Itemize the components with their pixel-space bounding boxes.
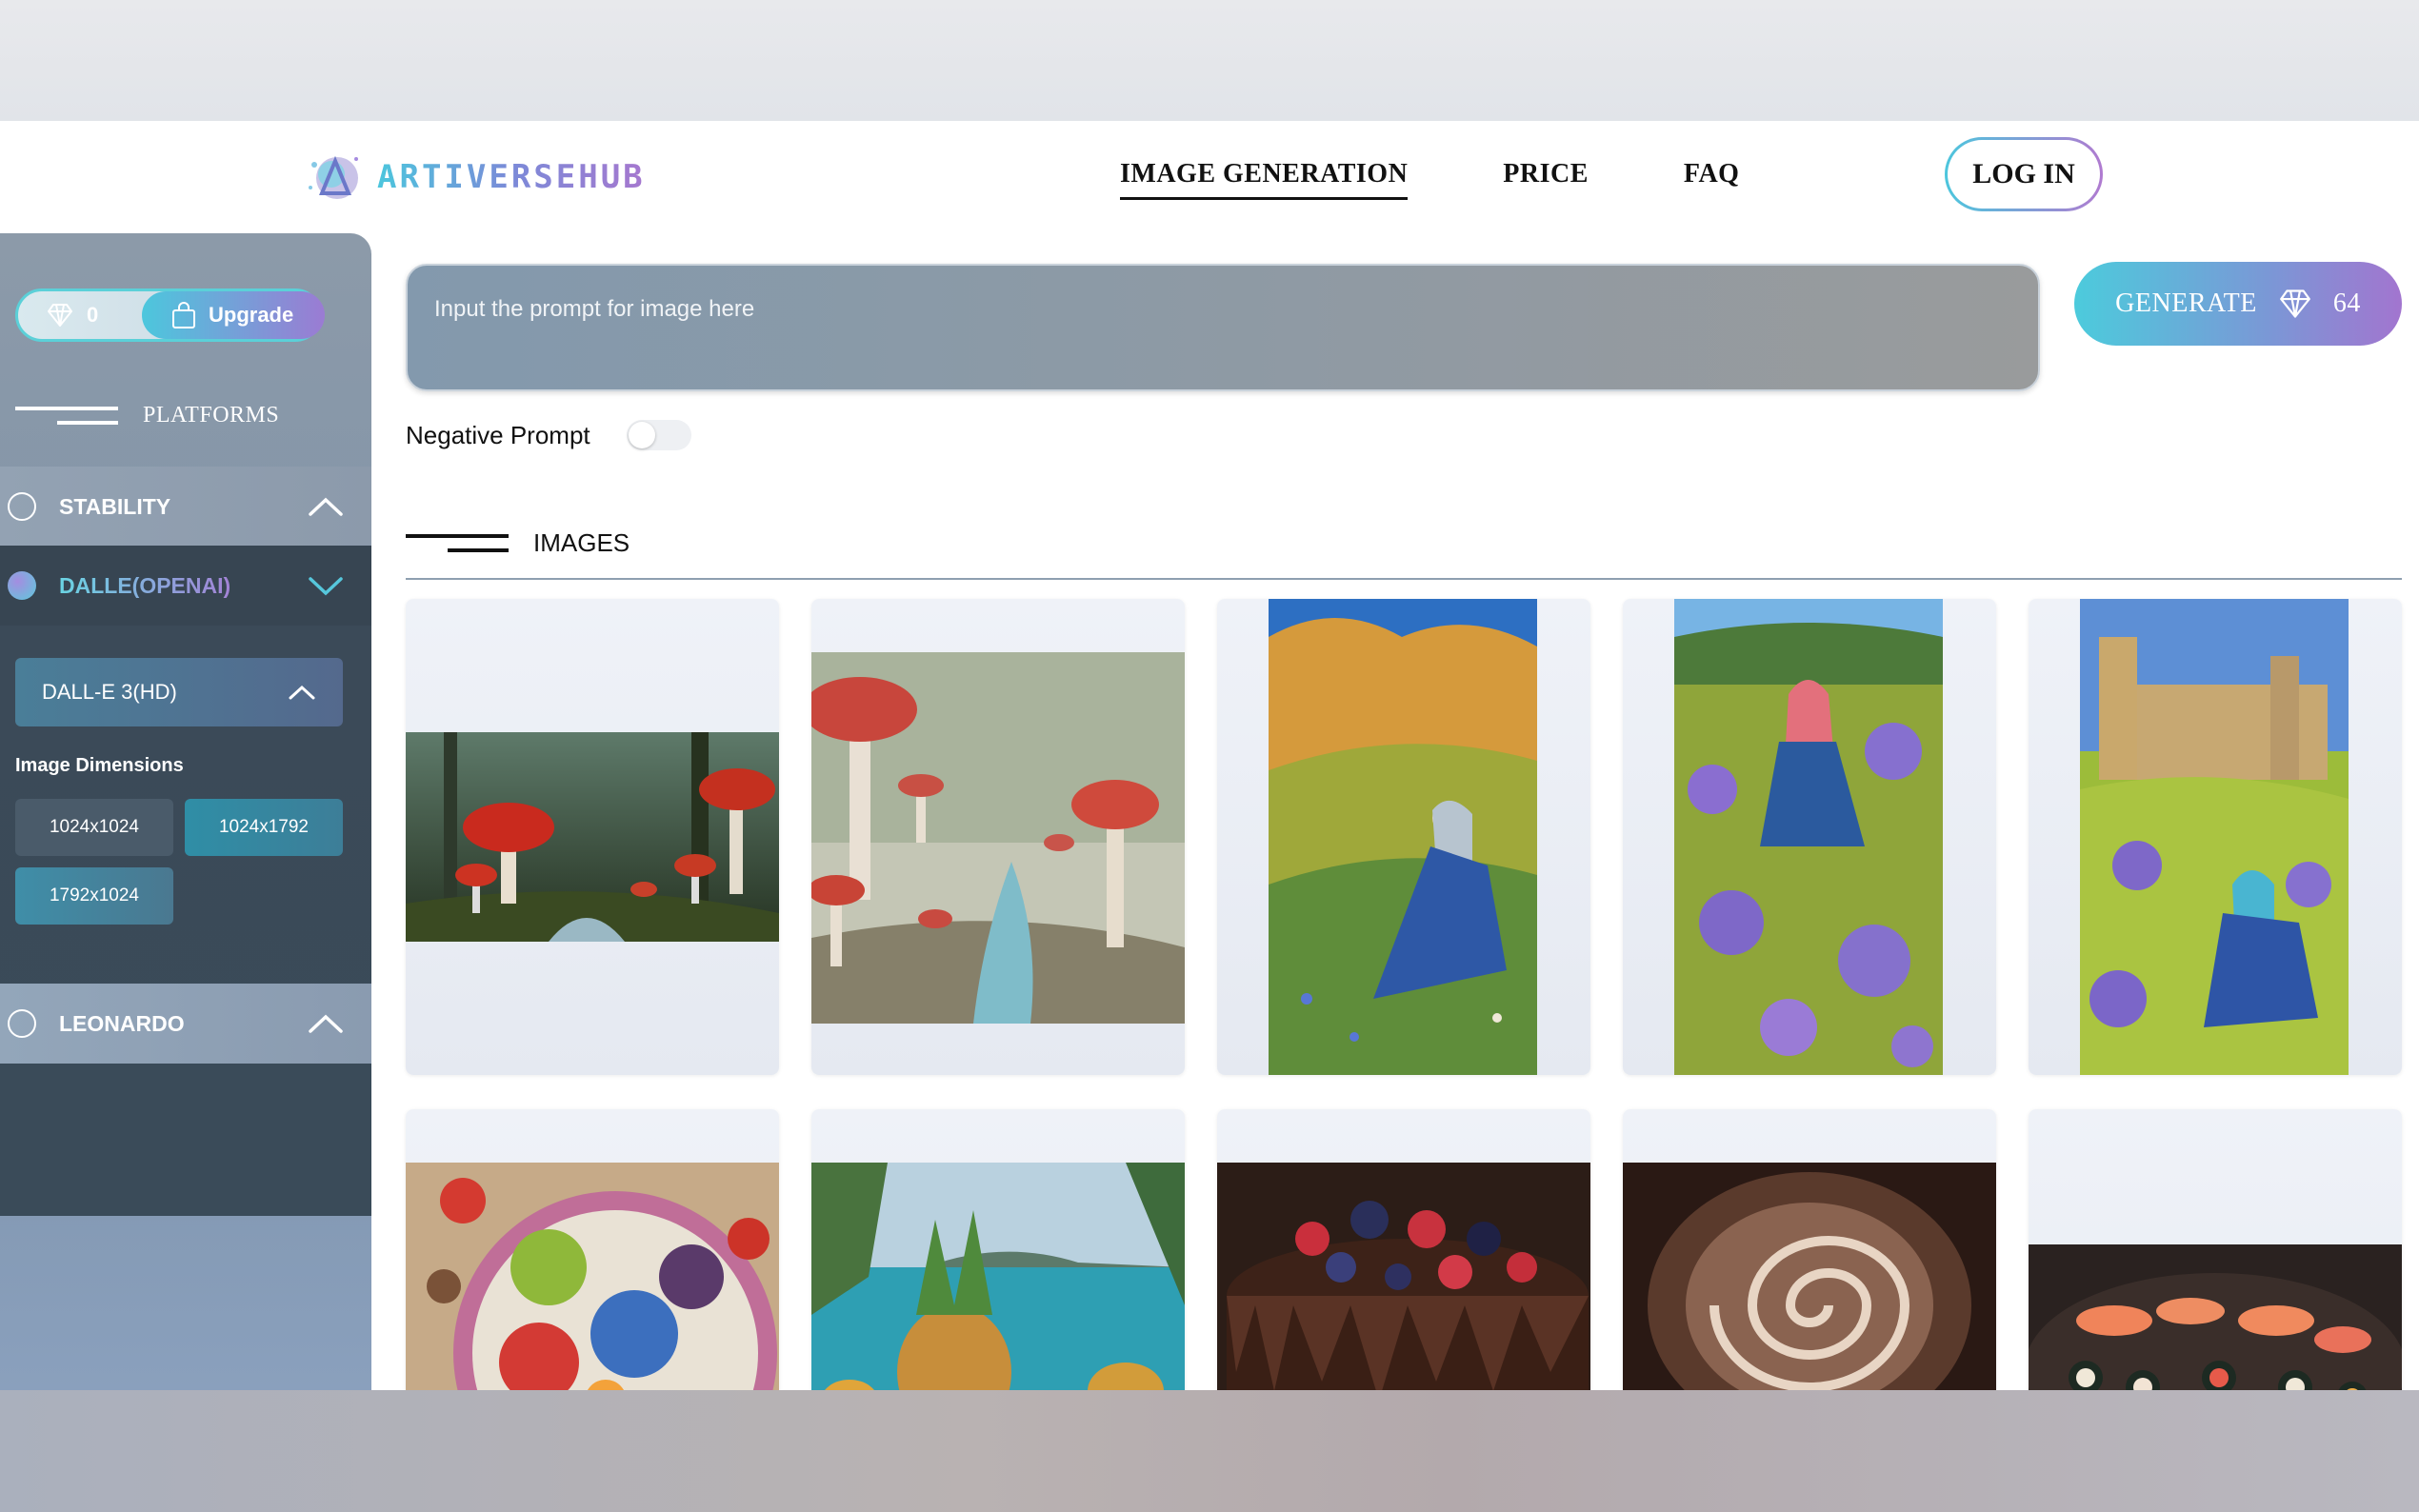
chevron-up-icon (289, 685, 315, 700)
gallery-image-smoothie-bowl[interactable] (406, 1163, 779, 1390)
platforms-header: PLATFORMS (15, 403, 279, 428)
sidebar: 0 Upgrade PLATFORMS STABILITY DALLE(OPEN… (0, 233, 371, 1390)
prompt-box (406, 264, 2040, 391)
gallery-image-girl-meadow[interactable] (1269, 599, 1537, 1075)
gallery-image-chocolate-cake[interactable] (1217, 1163, 1590, 1390)
nav-image-generation[interactable]: IMAGE GENERATION (1120, 159, 1409, 200)
gallery-card[interactable] (2029, 1109, 2402, 1390)
prompt-input[interactable] (408, 266, 2038, 389)
generate-cost: 64 (2332, 288, 2361, 318)
gallery-card[interactable] (1623, 599, 1996, 1075)
gallery-card[interactable] (406, 1109, 779, 1390)
gallery-card[interactable] (811, 599, 1185, 1075)
images-divider (406, 578, 2402, 580)
chevron-up-icon[interactable] (307, 495, 345, 518)
gallery-image-girl-purple-flowers[interactable] (1674, 599, 1943, 1075)
nav-price[interactable]: PRICE (1503, 159, 1589, 200)
leonardo-radio[interactable] (8, 1009, 36, 1038)
diamond-icon (48, 304, 72, 327)
gallery-card[interactable] (406, 599, 779, 1075)
platform-stability-label: STABILITY (59, 493, 171, 519)
negative-prompt-toggle[interactable] (626, 420, 691, 450)
credits-value: 0 (87, 303, 99, 327)
generate-button[interactable]: GENERATE 64 (2074, 262, 2402, 346)
platform-stability[interactable]: STABILITY (0, 467, 371, 547)
negative-prompt-row: Negative Prompt (406, 420, 691, 450)
dalle-options: DALL-E 3(HD) Image Dimensions 1024x1024 … (0, 626, 371, 1216)
gallery-image-mushroom-stream[interactable] (811, 652, 1185, 1024)
model-select-value: DALL-E 3(HD) (42, 680, 177, 704)
upgrade-button[interactable]: Upgrade (142, 291, 325, 339)
browser-top-area (0, 0, 2419, 121)
gallery-image-mushroom-forest[interactable] (406, 732, 779, 942)
toggle-knob (628, 422, 655, 448)
image-dimensions-label: Image Dimensions (15, 755, 184, 776)
brand-logo[interactable]: ARTIVERSEHUB (303, 146, 646, 209)
gallery-image-sushi-platter[interactable] (2029, 1244, 2402, 1390)
nav-faq[interactable]: FAQ (1684, 159, 1740, 200)
login-button[interactable]: LOG IN (1945, 137, 2103, 211)
chevron-down-icon[interactable] (307, 574, 345, 597)
gallery-card[interactable] (811, 1109, 1185, 1390)
brand-logo-icon (303, 146, 366, 209)
gallery-card[interactable] (1217, 599, 1590, 1075)
platform-leonardo[interactable]: LEONARDO (0, 984, 371, 1064)
negative-prompt-label: Negative Prompt (406, 420, 590, 449)
platforms-label: PLATFORMS (143, 403, 280, 428)
dimension-1792x1024-button[interactable]: 1792x1024 (15, 867, 173, 925)
platform-dalle-label: DALLE(OPENAI) (59, 572, 231, 598)
gallery-image-girl-castle[interactable] (2080, 599, 2349, 1075)
diamond-icon (2279, 289, 2310, 318)
generate-label: GENERATE (2115, 288, 2257, 318)
gallery-image-chocolate-swirl[interactable] (1623, 1163, 1996, 1390)
dimension-1024x1792-button[interactable]: 1024x1792 (185, 799, 343, 856)
app-window: ARTIVERSEHUB IMAGE GENERATION PRICE FAQ … (0, 121, 2419, 1390)
credits-count: 0 (18, 303, 142, 328)
images-section-header: IMAGES (406, 528, 630, 558)
platform-dalle[interactable]: DALLE(OPENAI) (0, 546, 371, 626)
credits-pill: 0 Upgrade (15, 288, 325, 342)
gallery-card[interactable] (1217, 1109, 1590, 1390)
model-select[interactable]: DALL-E 3(HD) (15, 658, 343, 726)
dalle-radio[interactable] (8, 571, 36, 600)
stability-radio[interactable] (8, 492, 36, 521)
page-bottom-area (0, 1390, 2419, 1512)
dimension-1024x1024-button[interactable]: 1024x1024 (15, 799, 173, 856)
header: ARTIVERSEHUB IMAGE GENERATION PRICE FAQ … (0, 121, 2419, 233)
platforms-lines-icon (15, 405, 118, 428)
shopping-bag-icon (172, 302, 195, 328)
gallery-image-pineapple-beach[interactable] (811, 1163, 1185, 1390)
platform-leonardo-label: LEONARDO (59, 1010, 185, 1036)
images-lines-icon (406, 532, 509, 555)
upgrade-label: Upgrade (209, 303, 294, 327)
gallery-card[interactable] (1623, 1109, 1996, 1390)
brand-name: ARTIVERSEHUB (377, 158, 646, 196)
gallery-card[interactable] (2029, 599, 2402, 1075)
chevron-up-icon[interactable] (307, 1012, 345, 1035)
main-nav: IMAGE GENERATION PRICE FAQ (1120, 159, 1739, 200)
images-label: IMAGES (533, 528, 630, 557)
